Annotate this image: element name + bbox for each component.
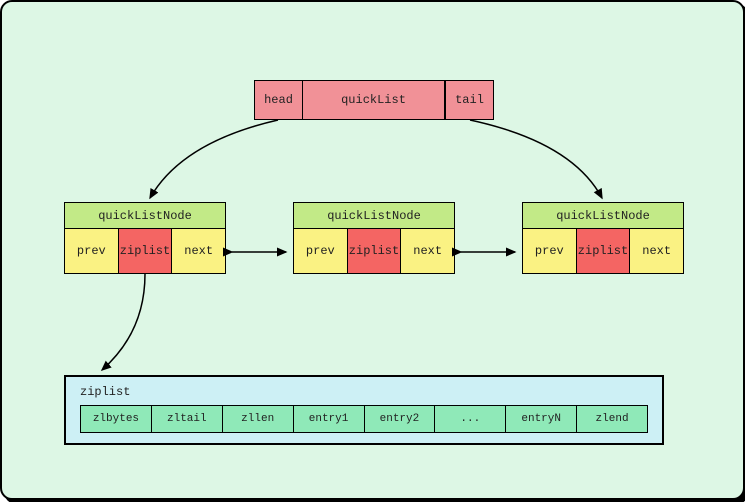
zlend-label: zlend [596,413,629,425]
ziplist-cell: ziplist [119,229,173,273]
node-cells: prev ziplist next [523,229,683,273]
ziplist-label: ziplist [578,244,628,258]
ziplist-detail-box: ziplist zlbytes zltail zllen entry1 entr… [64,375,664,445]
arrow-tail-to-node3 [470,120,602,198]
ziplist-field: zllen [223,406,294,432]
quicklist-block: head quickList tail [254,80,494,120]
next-label: next [184,244,213,258]
zlbytes-label: zlbytes [93,413,139,425]
quicklist-node: quickListNode prev ziplist next [64,202,226,274]
diagram-canvas: head quickList tail quickListNode prev z… [0,0,745,500]
ziplist-field: zlend [577,406,647,432]
ziplist-row: zlbytes zltail zllen entry1 entry2 ... e… [80,405,648,433]
ziplist-cell: ziplist [577,229,631,273]
entry2-label: entry2 [380,413,420,425]
prev-label: prev [306,244,335,258]
arrow-head-to-node1 [150,120,278,198]
ziplist-field: zlbytes [81,406,152,432]
ellipsis-label: ... [460,413,480,425]
zltail-label: zltail [167,413,207,425]
next-label: next [413,244,442,258]
next-cell: next [172,229,225,273]
ziplist-cell: ziplist [348,229,402,273]
ziplist-field: entry2 [365,406,436,432]
ziplist-field: zltail [152,406,223,432]
ziplist-label: ziplist [349,244,399,258]
node-cells: prev ziplist next [65,229,225,273]
next-cell: next [401,229,454,273]
node-title: quickListNode [523,203,683,229]
quicklist-title-cell: quickList [303,81,445,119]
head-label: head [264,93,293,107]
node-title: quickListNode [294,203,454,229]
prev-cell: prev [523,229,577,273]
tail-label: tail [455,93,484,107]
next-cell: next [630,229,683,273]
ziplist-field: entryN [506,406,577,432]
arrow-ziplist-to-detail [102,274,145,370]
next-label: next [642,244,671,258]
entryN-label: entryN [521,413,561,425]
ziplist-box-label: ziplist [80,385,648,399]
quicklist-tail-cell: tail [445,81,493,119]
quicklist-node: quickListNode prev ziplist next [293,202,455,274]
prev-label: prev [535,244,564,258]
prev-cell: prev [65,229,119,273]
quicklist-title: quickList [341,93,406,107]
zllen-label: zllen [241,413,274,425]
node-cells: prev ziplist next [294,229,454,273]
entry1-label: entry1 [309,413,349,425]
ziplist-field: entry1 [294,406,365,432]
prev-cell: prev [294,229,348,273]
prev-label: prev [77,244,106,258]
quicklist-head-cell: head [255,81,303,119]
ziplist-field: ... [435,406,506,432]
quicklist-node: quickListNode prev ziplist next [522,202,684,274]
node-title: quickListNode [65,203,225,229]
ziplist-label: ziplist [120,244,170,258]
